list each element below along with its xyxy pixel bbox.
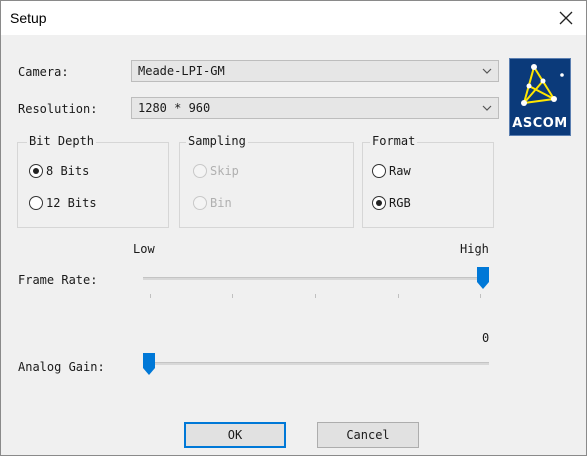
radio-skip-label: Skip — [210, 164, 239, 178]
frame-rate-tick — [232, 294, 233, 298]
resolution-select[interactable]: 1280 * 960 — [131, 97, 499, 119]
format-title: Format — [370, 134, 418, 148]
radio-skip[interactable]: Skip — [193, 164, 239, 178]
ok-button[interactable]: OK — [184, 422, 286, 448]
radio-bin[interactable]: Bin — [193, 196, 232, 210]
analog-gain-value: 0 — [482, 331, 490, 345]
resolution-value: 1280 * 960 — [138, 101, 211, 115]
camera-select[interactable]: Meade-LPI-GM — [131, 60, 499, 82]
frame-rate-label: Frame Rate: — [18, 273, 98, 287]
frame-rate-track[interactable] — [143, 277, 489, 280]
radio-dot — [372, 196, 386, 210]
window-title: Setup — [10, 10, 47, 26]
ascom-logo-icon — [521, 64, 564, 106]
sampling-title: Sampling — [186, 134, 248, 148]
frame-rate-tick — [398, 294, 399, 298]
frame-rate-tick — [150, 294, 151, 298]
radio-dot — [29, 164, 43, 178]
frame-rate-low-label: Low — [133, 242, 155, 256]
frame-rate-slider-thumb[interactable] — [477, 267, 489, 289]
close-icon — [559, 11, 573, 25]
ascom-logo-text: ASCOM — [512, 116, 568, 131]
close-button[interactable] — [546, 1, 586, 35]
radio-bin-label: Bin — [210, 196, 232, 210]
cancel-button[interactable]: Cancel — [317, 422, 419, 448]
setup-dialog: Setup Camera: Meade-LPI-GM Resolution: 1… — [0, 0, 587, 456]
frame-rate-high-label: High — [460, 242, 489, 256]
radio-12-bits-label: 12 Bits — [46, 196, 97, 210]
bit-depth-title: Bit Depth — [27, 134, 97, 148]
radio-rgb-label: RGB — [389, 196, 411, 210]
resolution-label: Resolution: — [18, 102, 98, 116]
analog-gain-label: Analog Gain: — [18, 360, 105, 374]
camera-value: Meade-LPI-GM — [138, 64, 225, 78]
analog-gain-track[interactable] — [143, 362, 489, 365]
chevron-down-icon — [482, 68, 492, 74]
radio-dot — [372, 164, 386, 178]
radio-dot — [193, 164, 207, 178]
camera-label: Camera: — [18, 65, 69, 79]
radio-8-bits-label: 8 Bits — [46, 164, 90, 178]
sampling-group — [179, 142, 354, 228]
ascom-logo: ASCOM — [509, 58, 571, 136]
frame-rate-tick — [480, 294, 481, 298]
radio-12-bits[interactable]: 12 Bits — [29, 196, 97, 210]
bit-depth-group — [17, 142, 169, 228]
radio-raw-label: Raw — [389, 164, 411, 178]
frame-rate-tick — [315, 294, 316, 298]
radio-raw[interactable]: Raw — [372, 164, 411, 178]
format-group — [362, 142, 494, 228]
title-bar: Setup — [1, 1, 586, 35]
chevron-down-icon — [482, 105, 492, 111]
radio-rgb[interactable]: RGB — [372, 196, 411, 210]
radio-8-bits[interactable]: 8 Bits — [29, 164, 89, 178]
analog-gain-slider-thumb[interactable] — [143, 353, 155, 375]
radio-dot — [29, 196, 43, 210]
radio-dot — [193, 196, 207, 210]
